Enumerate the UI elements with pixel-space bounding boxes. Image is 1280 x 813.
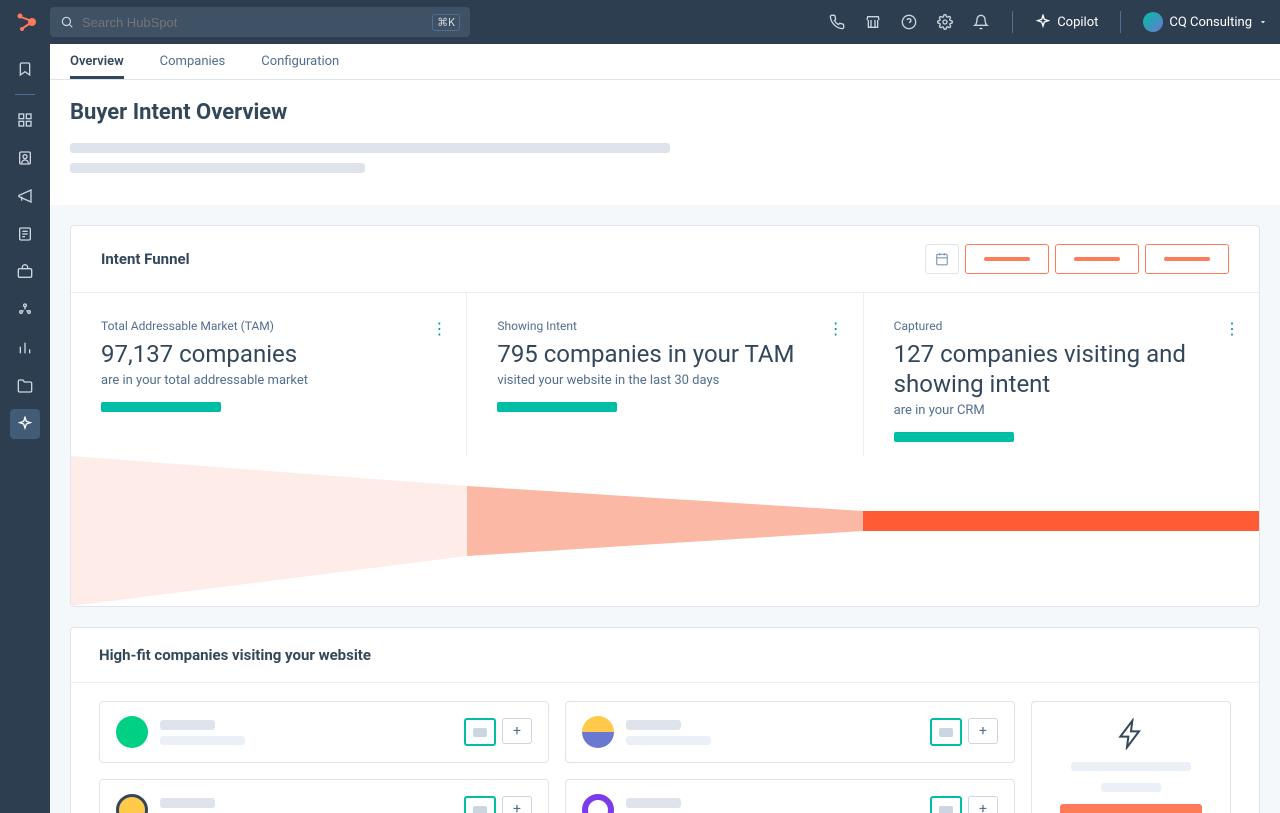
view-button[interactable] — [930, 796, 962, 813]
funnel-visualization — [71, 456, 1259, 606]
intent-funnel-title: Intent Funnel — [101, 250, 190, 268]
tabs: Overview Companies Configuration — [50, 44, 1280, 80]
skeleton-line — [160, 736, 245, 745]
date-picker-button[interactable] — [925, 244, 959, 274]
funnel-col-captured: ⋮ Captured 127 companies visiting and sh… — [864, 293, 1259, 456]
high-fit-cta-panel: View companies — [1031, 701, 1231, 813]
col-label: Total Addressable Market (TAM) — [101, 319, 436, 333]
search-input[interactable] — [82, 15, 424, 30]
col-bar — [497, 402, 617, 412]
filter-pill-1[interactable] — [965, 244, 1049, 274]
high-fit-title: High-fit companies visiting your website — [71, 628, 1259, 683]
add-button[interactable]: + — [502, 796, 532, 813]
sidebar-content[interactable] — [10, 219, 40, 249]
skeleton-line — [1071, 762, 1191, 771]
divider — [1120, 11, 1121, 33]
sparkle-icon — [1035, 14, 1051, 30]
skeleton-line — [626, 798, 681, 808]
skeleton-line — [1101, 783, 1161, 792]
topbar-actions: Copilot CQ Consulting — [828, 11, 1268, 33]
view-button[interactable] — [930, 718, 962, 746]
col-sub: are in your total addressable market — [101, 373, 436, 388]
col-sub: visited your website in the last 30 days — [497, 373, 832, 388]
account-name: CQ Consulting — [1169, 15, 1252, 30]
filter-pill-3[interactable] — [1145, 244, 1229, 274]
page-title: Buyer Intent Overview — [70, 100, 1260, 125]
sidebar-library[interactable] — [10, 371, 40, 401]
search-input-wrap[interactable]: ⌘K — [50, 7, 470, 37]
top-nav: ⌘K Copilot CQ Consulting — [0, 0, 1280, 44]
page-header: Buyer Intent Overview — [50, 80, 1280, 205]
company-logo — [116, 716, 148, 748]
settings-icon[interactable] — [936, 13, 954, 31]
col-metric: 97,137 companies — [101, 339, 436, 369]
sidebar-marketing[interactable] — [10, 181, 40, 211]
skeleton-line — [160, 720, 215, 730]
col-label: Captured — [894, 319, 1229, 333]
company-card[interactable]: + — [99, 779, 549, 813]
skeleton-line — [160, 798, 215, 808]
more-icon[interactable]: ⋮ — [1224, 319, 1241, 338]
add-button[interactable]: + — [502, 718, 532, 744]
copilot-button[interactable]: Copilot — [1035, 14, 1098, 30]
company-logo — [582, 794, 614, 813]
col-bar — [894, 432, 1014, 442]
divider — [1012, 11, 1013, 33]
company-card[interactable]: + — [99, 701, 549, 763]
view-button[interactable] — [464, 796, 496, 813]
sidebar-bookmarks[interactable] — [10, 54, 40, 84]
sidebar-contacts[interactable] — [10, 143, 40, 173]
skeleton-line — [70, 163, 365, 173]
copilot-label: Copilot — [1057, 15, 1098, 30]
calendar-icon — [935, 252, 949, 266]
avatar — [1143, 12, 1163, 32]
bolt-icon — [1115, 718, 1147, 750]
sidebar-commerce[interactable] — [10, 257, 40, 287]
left-sidebar — [0, 44, 50, 813]
col-sub: are in your CRM — [894, 403, 1229, 418]
col-metric: 127 companies visiting and showing inten… — [894, 339, 1229, 399]
phone-icon[interactable] — [828, 13, 846, 31]
view-companies-button[interactable]: View companies — [1060, 804, 1202, 813]
funnel-col-intent: ⋮ Showing Intent 795 companies in your T… — [467, 293, 863, 456]
help-icon[interactable] — [900, 13, 918, 31]
sidebar-automation[interactable] — [10, 295, 40, 325]
intent-funnel-card: Intent Funnel ⋮ Total Addressable Market… — [70, 225, 1260, 607]
add-button[interactable]: + — [968, 796, 998, 813]
view-button[interactable] — [464, 718, 496, 746]
tab-overview[interactable]: Overview — [70, 54, 124, 79]
notifications-icon[interactable] — [972, 13, 990, 31]
main-content: Overview Companies Configuration Buyer I… — [50, 44, 1280, 813]
skeleton-line — [626, 736, 711, 745]
high-fit-card: High-fit companies visiting your website… — [70, 627, 1260, 813]
company-card[interactable]: + — [565, 701, 1015, 763]
col-bar — [101, 402, 221, 412]
divider — [15, 94, 35, 95]
add-button[interactable]: + — [968, 718, 998, 744]
funnel-filters — [925, 244, 1229, 274]
funnel-columns: ⋮ Total Addressable Market (TAM) 97,137 … — [71, 292, 1259, 456]
more-icon[interactable]: ⋮ — [828, 319, 845, 338]
hubspot-logo[interactable] — [12, 8, 40, 36]
tab-configuration[interactable]: Configuration — [261, 54, 339, 79]
search-shortcut: ⌘K — [432, 14, 460, 31]
marketplace-icon[interactable] — [864, 13, 882, 31]
col-label: Showing Intent — [497, 319, 832, 333]
company-logo — [582, 716, 614, 748]
more-icon[interactable]: ⋮ — [431, 319, 448, 338]
tab-companies[interactable]: Companies — [160, 54, 226, 79]
account-switcher[interactable]: CQ Consulting — [1143, 12, 1268, 32]
company-card[interactable]: + — [565, 779, 1015, 813]
sidebar-apps[interactable] — [10, 105, 40, 135]
company-logo — [116, 794, 148, 813]
skeleton-line — [70, 143, 670, 153]
search-icon — [60, 15, 74, 29]
skeleton-line — [626, 720, 681, 730]
filter-pill-2[interactable] — [1055, 244, 1139, 274]
col-metric: 795 companies in your TAM — [497, 339, 832, 369]
funnel-col-tam: ⋮ Total Addressable Market (TAM) 97,137 … — [71, 293, 467, 456]
chevron-down-icon — [1258, 17, 1268, 27]
sidebar-reporting[interactable] — [10, 333, 40, 363]
sidebar-ai[interactable] — [10, 409, 40, 439]
